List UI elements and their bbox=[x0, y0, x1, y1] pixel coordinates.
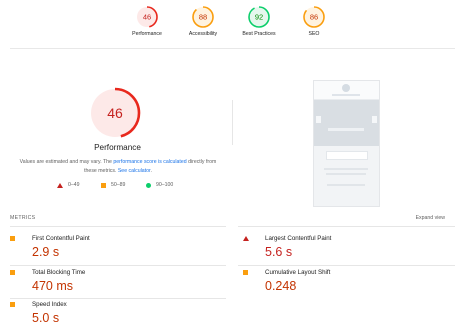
description-prefix: Values are estimated and may vary. The bbox=[19, 159, 114, 165]
metrics-rule-right bbox=[238, 226, 455, 227]
average-square-icon bbox=[101, 182, 106, 188]
description-suffix: . bbox=[150, 168, 152, 174]
thumbnail-header bbox=[314, 81, 379, 100]
seo-score: 86 bbox=[310, 13, 318, 22]
thumbnail-text-line bbox=[327, 184, 365, 186]
performance-big-score: 46 bbox=[107, 105, 123, 121]
accessibility-gauge-ring: 88 bbox=[192, 6, 214, 28]
performance-score-link[interactable]: performance score is calculated bbox=[113, 159, 186, 165]
performance-score: 46 bbox=[143, 13, 151, 22]
pass-circle-icon bbox=[146, 182, 151, 188]
average-square-icon bbox=[243, 270, 248, 275]
average-square-icon bbox=[10, 302, 15, 307]
accessibility-score: 88 bbox=[199, 13, 207, 22]
see-calculator-link[interactable]: See calculator bbox=[118, 168, 151, 174]
metric-name: First Contentful Paint bbox=[32, 235, 90, 242]
legend-good-range: 90–100 bbox=[156, 182, 174, 188]
metric-value: 0.248 bbox=[265, 279, 297, 293]
metric-value: 2.9 s bbox=[32, 245, 60, 259]
thumbnail-logo bbox=[342, 84, 350, 92]
score-legend: 0–49 50–89 90–100 bbox=[0, 182, 235, 192]
best-practices-score: 92 bbox=[255, 13, 263, 22]
legend-poor: 0–49 bbox=[57, 182, 80, 188]
metric-name: Largest Contentful Paint bbox=[265, 235, 332, 242]
category-scores: 46 Performance 88 Accessibility 92 Best … bbox=[0, 6, 455, 46]
expand-view-toggle[interactable]: Expand view bbox=[416, 215, 445, 221]
fail-triangle-icon bbox=[243, 236, 249, 241]
vertical-divider bbox=[232, 100, 233, 145]
metric-divider bbox=[10, 298, 226, 299]
metric-divider bbox=[10, 265, 226, 266]
legend-average-range: 50–89 bbox=[111, 182, 126, 188]
thumbnail-nav bbox=[332, 94, 360, 96]
metric-name: Cumulative Layout Shift bbox=[265, 269, 331, 276]
thumbnail-hero-text bbox=[328, 128, 364, 131]
metric-divider bbox=[238, 265, 455, 266]
seo-label: SEO bbox=[308, 31, 320, 37]
metric-value: 5.6 s bbox=[265, 245, 293, 259]
metric-name: Total Blocking Time bbox=[32, 269, 86, 276]
thumbnail-text-line bbox=[326, 173, 366, 175]
performance-big-gauge: 46 bbox=[89, 87, 141, 139]
metric-name: Speed Index bbox=[32, 301, 67, 308]
metric-first-contentful-paint[interactable]: First Contentful Paint 2.9 s bbox=[10, 235, 210, 265]
metric-cumulative-layout-shift[interactable]: Cumulative Layout Shift 0.248 bbox=[243, 269, 443, 299]
legend-average: 50–89 bbox=[101, 182, 125, 188]
metrics-heading: METRICS bbox=[10, 215, 36, 221]
metric-largest-contentful-paint[interactable]: Largest Contentful Paint 5.6 s bbox=[243, 235, 443, 265]
thumbnail-button bbox=[326, 151, 368, 160]
thumbnail-text-line bbox=[324, 168, 368, 170]
average-square-icon bbox=[10, 270, 15, 275]
thumbnail-hero bbox=[314, 100, 379, 146]
gauge-seo[interactable]: 86 SEO bbox=[272, 6, 356, 37]
fail-triangle-icon bbox=[57, 182, 63, 188]
legend-poor-range: 0–49 bbox=[68, 182, 80, 188]
metric-total-blocking-time[interactable]: Total Blocking Time 470 ms bbox=[10, 269, 210, 299]
metrics-rule-left bbox=[10, 226, 226, 227]
metric-value: 5.0 s bbox=[32, 311, 60, 325]
metric-value: 470 ms bbox=[32, 279, 73, 293]
legend-good: 90–100 bbox=[146, 182, 173, 188]
performance-title: Performance bbox=[94, 143, 141, 152]
thumbnail-prev-icon bbox=[316, 116, 321, 123]
thumbnail-next-icon bbox=[372, 116, 377, 123]
page-screenshot-thumbnail[interactable] bbox=[313, 80, 380, 207]
performance-description: Values are estimated and may vary. The p… bbox=[14, 158, 222, 176]
best-practices-gauge-ring: 92 bbox=[248, 6, 270, 28]
seo-gauge-ring: 86 bbox=[303, 6, 325, 28]
performance-gauge-ring: 46 bbox=[136, 6, 158, 28]
header-divider bbox=[10, 48, 455, 49]
average-square-icon bbox=[10, 236, 15, 241]
